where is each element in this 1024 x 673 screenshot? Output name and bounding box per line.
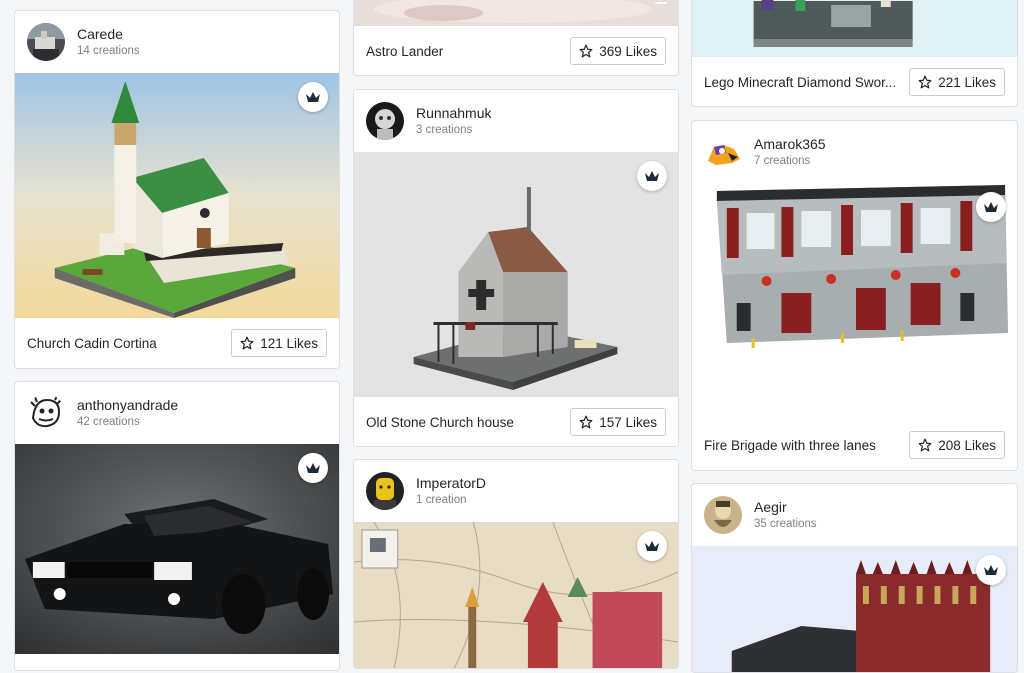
author-avatar[interactable]	[27, 23, 65, 61]
like-count: 121 Likes	[260, 335, 318, 351]
author-creations-count: 42 creations	[77, 416, 140, 428]
creation-image[interactable]	[15, 73, 339, 318]
creation-title[interactable]: Lego Minecraft Diamond Swor...	[704, 75, 896, 90]
creation-title[interactable]: Old Stone Church house	[366, 415, 514, 430]
premium-badge	[976, 192, 1006, 222]
creation-image[interactable]	[354, 152, 678, 397]
card-footer: Astro Lander 369 Likes	[354, 26, 678, 75]
crown-icon	[984, 202, 998, 212]
premium-badge	[637, 161, 667, 191]
minecraft-illustration	[692, 0, 1017, 57]
author-creations-count: 3 creations	[416, 124, 473, 136]
like-count: 157 Likes	[599, 414, 657, 430]
card-footer: Old Stone Church house 157 Likes	[354, 397, 678, 446]
creation-card[interactable]: Aegir 35 creations	[691, 483, 1018, 673]
crown-icon	[645, 171, 659, 181]
creation-image[interactable]	[354, 0, 678, 26]
creation-image[interactable]	[354, 522, 678, 668]
black-car-illustration	[15, 444, 339, 654]
premium-badge	[298, 453, 328, 483]
creation-card[interactable]: anthonyandrade 42 creations	[14, 381, 340, 671]
creation-card[interactable]: ImperatorD 1 creation	[353, 459, 679, 669]
creation-card[interactable]: Astro Lander 369 Likes	[353, 0, 679, 76]
like-button[interactable]: 221 Likes	[909, 68, 1005, 96]
star-icon	[579, 44, 593, 58]
card-author[interactable]: anthonyandrade 42 creations	[15, 382, 339, 444]
card-author[interactable]: Carede 14 creations	[15, 11, 339, 73]
author-name[interactable]: anthonyandrade	[77, 396, 178, 414]
creation-image[interactable]	[692, 546, 1017, 672]
premium-badge	[298, 82, 328, 112]
author-avatar[interactable]	[27, 394, 65, 432]
gothic-building-illustration	[692, 546, 1017, 672]
premium-badge	[976, 555, 1006, 585]
card-footer: Fire Brigade with three lanes 208 Likes	[692, 420, 1017, 470]
like-count: 208 Likes	[938, 437, 996, 453]
creation-title[interactable]: Church Cadin Cortina	[27, 336, 157, 351]
author-creations-count: 7 creations	[754, 155, 811, 167]
download-button[interactable]	[654, 0, 668, 10]
like-button[interactable]: 208 Likes	[909, 431, 1005, 459]
author-name[interactable]: Runnahmuk	[416, 104, 492, 122]
star-icon	[918, 75, 932, 89]
author-avatar[interactable]	[704, 496, 742, 534]
author-avatar[interactable]	[366, 102, 404, 140]
creation-image[interactable]	[692, 183, 1017, 420]
creation-card[interactable]: Amarok365 7 creations Fire Brigade with …	[691, 120, 1018, 471]
crown-icon	[645, 541, 659, 551]
author-avatar[interactable]	[704, 133, 742, 171]
creation-card[interactable]: Lego Minecraft Diamond Swor... 221 Likes	[691, 0, 1018, 107]
like-count: 369 Likes	[599, 43, 657, 59]
fire-station-illustration	[692, 183, 1017, 420]
download-icon	[655, 0, 667, 4]
like-button[interactable]: 157 Likes	[570, 408, 666, 436]
star-icon	[579, 415, 593, 429]
author-creations-count: 14 creations	[77, 45, 140, 57]
creation-title[interactable]: Fire Brigade with three lanes	[704, 438, 876, 453]
creation-image[interactable]	[15, 444, 339, 654]
card-author[interactable]: Aegir 35 creations	[692, 484, 1017, 546]
crown-icon	[984, 565, 998, 575]
card-author[interactable]: Amarok365 7 creations	[692, 121, 1017, 183]
creation-title[interactable]: Astro Lander	[366, 44, 443, 59]
city-map-illustration	[354, 522, 678, 668]
like-button[interactable]: 121 Likes	[231, 329, 327, 357]
church-illustration	[15, 73, 339, 318]
crown-icon	[306, 92, 320, 102]
star-icon	[918, 438, 932, 452]
premium-badge	[637, 531, 667, 561]
card-footer: Lego Minecraft Diamond Swor... 221 Likes	[692, 57, 1017, 106]
stone-church-illustration	[354, 152, 678, 397]
card-author[interactable]: Runnahmuk 3 creations	[354, 90, 678, 152]
creation-card[interactable]: Carede 14 creations Church Cadin Cortina…	[14, 10, 340, 369]
crown-icon	[306, 463, 320, 473]
astro-lander-illustration	[354, 0, 678, 26]
like-count: 221 Likes	[938, 74, 996, 90]
star-icon	[240, 336, 254, 350]
card-author[interactable]: ImperatorD 1 creation	[354, 460, 678, 522]
author-creations-count: 1 creation	[416, 494, 467, 506]
creation-image[interactable]	[692, 0, 1017, 57]
author-avatar[interactable]	[366, 472, 404, 510]
author-name[interactable]: Carede	[77, 25, 140, 43]
author-name[interactable]: Aegir	[754, 498, 817, 516]
author-name[interactable]: Amarok365	[754, 135, 826, 153]
author-name[interactable]: ImperatorD	[416, 474, 486, 492]
author-creations-count: 35 creations	[754, 518, 817, 530]
like-button[interactable]: 369 Likes	[570, 37, 666, 65]
creation-card[interactable]: Runnahmuk 3 creations Old Stone Church h…	[353, 89, 679, 447]
card-footer: Church Cadin Cortina 121 Likes	[15, 318, 339, 368]
